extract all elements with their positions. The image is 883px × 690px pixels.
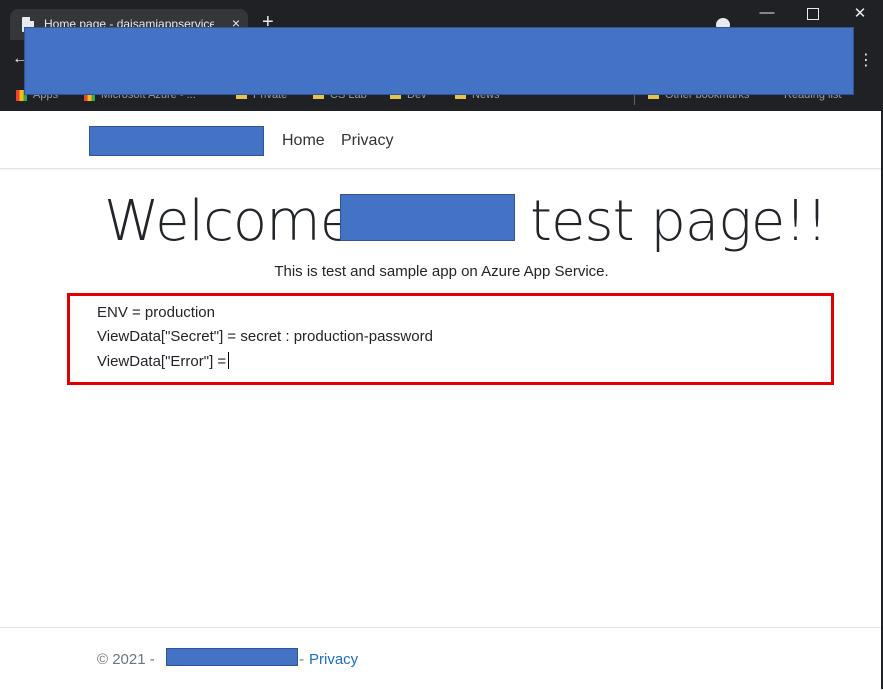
env-line: ENV = production — [97, 304, 215, 321]
maximize-button[interactable] — [798, 4, 828, 24]
redacted-footer-name — [166, 648, 298, 666]
redacted-heading-name — [340, 194, 515, 241]
error-line: ViewData["Error"] = — [97, 353, 227, 370]
redacted-brand[interactable] — [89, 126, 264, 156]
page-heading-end: test page!! — [530, 189, 828, 254]
secret-line: ViewData["Secret"] = secret : production… — [97, 328, 433, 345]
footer-privacy-link[interactable]: Privacy — [309, 651, 358, 668]
footer-dash: - — [299, 651, 304, 668]
footer-copyright: © 2021 - — [97, 651, 155, 668]
nav-home-link[interactable]: Home — [282, 132, 325, 150]
close-window-button[interactable]: ✕ — [845, 4, 875, 22]
nav-privacy-link[interactable]: Privacy — [341, 132, 393, 150]
minimize-button[interactable]: — — [752, 4, 782, 21]
text-cursor — [228, 352, 230, 369]
page-subtitle: This is test and sample app on Azure App… — [274, 263, 609, 280]
maximize-icon — [807, 8, 819, 20]
menu-kebab-icon[interactable]: ⋮ — [858, 50, 874, 70]
site-navbar: Home Privacy — [0, 111, 883, 169]
error-line-wrapper: ViewData["Error"] = — [97, 352, 230, 370]
site-footer: © 2021 - - Privacy — [0, 627, 883, 690]
page-heading-start: Welcome — [104, 189, 354, 254]
browser-chrome: Home page - daisamiappservice × + — ✕ ← … — [0, 0, 883, 111]
redacted-address-bar — [24, 27, 854, 95]
